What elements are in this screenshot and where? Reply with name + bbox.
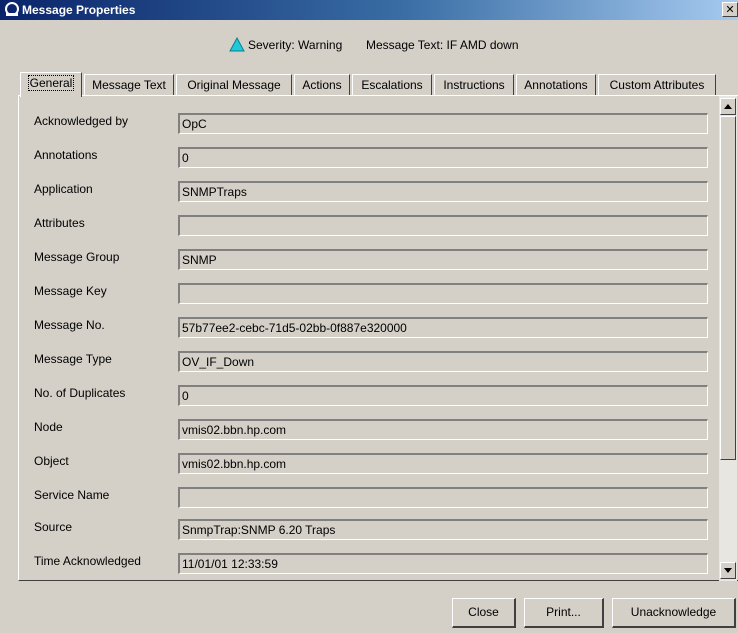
message-text-label: Message Text: IF AMD down <box>366 38 519 52</box>
tab-original-message[interactable]: Original Message <box>176 74 292 96</box>
arrow-up-icon <box>724 104 732 109</box>
field-label: Source <box>34 520 73 534</box>
unacknowledge-button[interactable]: Unacknowledge <box>612 598 736 628</box>
hp-logo-icon <box>5 2 19 16</box>
tab-custom-attributes[interactable]: Custom Attributes <box>598 74 716 96</box>
scroll-up-button[interactable] <box>720 98 736 115</box>
duplicates-field[interactable]: 0 <box>178 385 708 406</box>
field-label: Node <box>34 420 63 434</box>
tab-message-text[interactable]: Message Text <box>84 74 174 96</box>
annotations-field[interactable]: 0 <box>178 147 708 168</box>
severity-label: Severity: Warning <box>248 38 343 52</box>
field-label: Object <box>34 454 69 468</box>
field-label: Annotations <box>34 148 98 162</box>
window-close-button[interactable]: ✕ <box>722 2 738 17</box>
window-title: Message Properties <box>22 3 136 17</box>
field-label: Acknowledged by <box>34 114 129 128</box>
title-bar[interactable]: Message Properties ✕ <box>0 0 738 20</box>
field-label: Message Key <box>34 284 107 298</box>
message-type-field[interactable]: OV_IF_Down <box>178 351 708 372</box>
scroll-down-button[interactable] <box>720 562 736 579</box>
message-group-field[interactable]: SNMP <box>178 249 708 270</box>
close-button[interactable]: Close <box>452 598 516 628</box>
field-label: Message Type <box>34 352 112 366</box>
tab-escalations[interactable]: Escalations <box>352 74 432 96</box>
field-label: Time Acknowledged <box>34 554 141 568</box>
object-field[interactable]: vmis02.bbn.hp.com <box>178 453 708 474</box>
field-label: Message No. <box>34 318 105 332</box>
arrow-down-icon <box>724 568 732 573</box>
field-label: Service Name <box>34 488 110 502</box>
source-field[interactable]: SnmpTrap:SNMP 6.20 Traps <box>178 519 708 540</box>
scroll-thumb[interactable] <box>720 116 736 460</box>
message-no-field[interactable]: 57b77ee2-cebc-71d5-02bb-0f887e320000 <box>178 317 708 338</box>
message-key-field[interactable] <box>178 283 708 304</box>
tab-general[interactable]: General <box>20 72 82 97</box>
tab-actions[interactable]: Actions <box>294 74 350 96</box>
application-field[interactable]: SNMPTraps <box>178 181 708 202</box>
time-acknowledged-field[interactable]: 11/01/01 12:33:59 <box>178 553 708 574</box>
tab-annotations[interactable]: Annotations <box>516 74 596 96</box>
field-label: Application <box>34 182 93 196</box>
service-name-field[interactable] <box>178 487 708 508</box>
message-summary: Severity: Warning Message Text: IF AMD d… <box>0 36 738 56</box>
print-button[interactable]: Print... <box>524 598 604 628</box>
acknowledged-by-field[interactable]: OpC <box>178 113 708 134</box>
tab-instructions[interactable]: Instructions <box>434 74 514 96</box>
field-label: Attributes <box>34 216 85 230</box>
general-panel: Acknowledged by OpC Annotations 0 Applic… <box>18 95 738 581</box>
vertical-scrollbar[interactable] <box>719 96 737 581</box>
field-label: No. of Duplicates <box>34 386 126 400</box>
warning-triangle-icon <box>229 37 245 52</box>
node-field[interactable]: vmis02.bbn.hp.com <box>178 419 708 440</box>
field-label: Message Group <box>34 250 120 264</box>
attributes-field[interactable] <box>178 215 708 236</box>
